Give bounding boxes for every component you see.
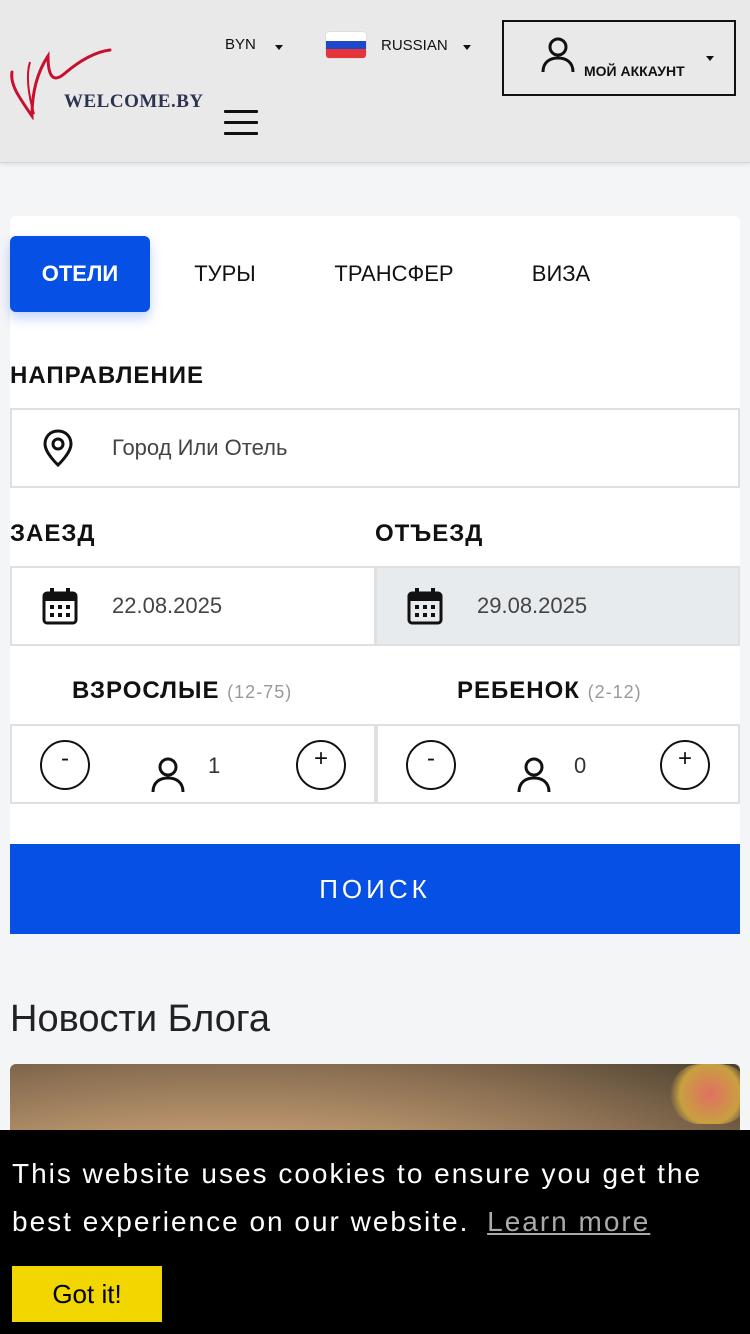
cookie-message: This website uses cookies to ensure you … xyxy=(12,1150,742,1246)
search-card: ОТЕЛИ ТУРЫ ТРАНСФЕР ВИЗА НАПРАВЛЕНИЕ Гор… xyxy=(10,216,740,934)
chevron-down-icon xyxy=(275,45,283,50)
tab-transfer[interactable]: ТРАНСФЕР xyxy=(300,236,488,312)
search-tabs: ОТЕЛИ ТУРЫ ТРАНСФЕР ВИЗА xyxy=(10,236,634,312)
destination-placeholder: Город Или Отель xyxy=(112,435,288,460)
person-icon xyxy=(151,757,185,793)
checkout-value: 29.08.2025 xyxy=(477,593,588,618)
chevron-down-icon xyxy=(463,45,471,50)
children-stepper: - 0 + xyxy=(376,724,740,804)
language-label: RUSSIAN xyxy=(381,36,448,54)
tab-tours[interactable]: ТУРЫ xyxy=(150,236,300,312)
search-button[interactable]: ПОИСК xyxy=(10,844,740,934)
person-icon xyxy=(517,757,551,793)
learn-more-link[interactable]: Learn more xyxy=(487,1206,650,1237)
tab-hotels[interactable]: ОТЕЛИ xyxy=(10,236,150,312)
checkin-label: ЗАЕЗД xyxy=(10,520,96,547)
checkout-field[interactable]: 29.08.2025 xyxy=(375,566,740,646)
blog-title: Новости Блога xyxy=(10,998,271,1040)
children-minus-button[interactable]: - xyxy=(406,740,456,790)
adults-minus-button[interactable]: - xyxy=(40,740,90,790)
chevron-down-icon xyxy=(706,56,714,61)
children-plus-button[interactable]: + xyxy=(660,740,710,790)
cookie-accept-button[interactable]: Got it! xyxy=(12,1266,162,1322)
destination-label: НАПРАВЛЕНИЕ xyxy=(10,362,204,389)
blog-image-detail xyxy=(670,1064,740,1124)
logo-text: WELCOME.BY xyxy=(64,91,204,112)
adults-label: ВЗРОСЛЫЕ (12-75) xyxy=(72,677,292,705)
checkout-label: ОТЪЕЗД xyxy=(375,520,484,547)
user-icon xyxy=(541,37,575,73)
language-selector[interactable]: RUSSIAN xyxy=(326,32,471,58)
location-pin-icon xyxy=(43,429,73,467)
calendar-icon xyxy=(42,588,78,625)
calendar-icon xyxy=(407,588,443,625)
adults-label-text: ВЗРОСЛЫЕ xyxy=(72,677,220,704)
children-range: (2-12) xyxy=(587,682,642,702)
cookie-banner: This website uses cookies to ensure you … xyxy=(0,1130,750,1334)
site-header: WELCOME.BY BYN RUSSIAN МОЙ АККАУНТ xyxy=(0,0,750,163)
adults-range: (12-75) xyxy=(227,682,293,702)
children-label: РЕБЕНОК (2-12) xyxy=(457,677,642,705)
account-label: МОЙ АККАУНТ xyxy=(584,63,685,79)
children-value: 0 xyxy=(574,753,587,778)
menu-icon[interactable] xyxy=(224,110,258,135)
account-button[interactable]: МОЙ АККАУНТ xyxy=(502,20,736,96)
site-logo[interactable]: WELCOME.BY xyxy=(8,44,203,121)
adults-value: 1 xyxy=(208,753,221,778)
children-label-text: РЕБЕНОК xyxy=(457,677,580,704)
currency-selector[interactable]: BYN xyxy=(225,36,283,53)
tab-visa[interactable]: ВИЗА xyxy=(488,236,634,312)
adults-plus-button[interactable]: + xyxy=(296,740,346,790)
checkin-field[interactable]: 22.08.2025 xyxy=(10,566,376,646)
currency-label: BYN xyxy=(225,36,256,53)
checkin-value: 22.08.2025 xyxy=(112,593,223,618)
russia-flag-icon xyxy=(326,32,366,58)
destination-field[interactable]: Город Или Отель xyxy=(10,408,740,488)
adults-stepper: - 1 + xyxy=(10,724,376,804)
